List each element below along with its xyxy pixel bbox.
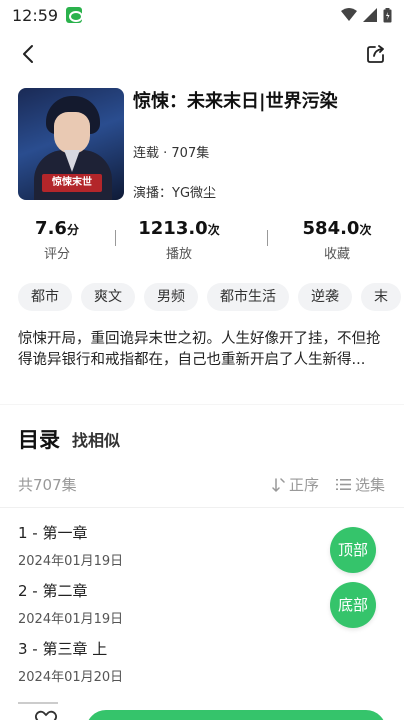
tag-chip[interactable]: 爽文 (81, 283, 135, 311)
stat-unit: 次 (207, 223, 220, 237)
heart-icon[interactable] (34, 708, 58, 720)
status-icons (341, 7, 392, 23)
stat-value: 584.0 (302, 218, 360, 239)
stat-rating: 7.6分 评分 (2, 218, 112, 262)
episode-title: 3 - 第三章 上 (18, 640, 108, 658)
stat-value: 7.6 (35, 218, 67, 239)
find-similar-link[interactable]: 找相似 (72, 427, 120, 451)
tag-list: 都市 爽文 男频 都市生活 逆袭末 (18, 283, 404, 311)
book-cover[interactable]: 惊悚末世 (18, 88, 124, 200)
back-button[interactable] (14, 40, 42, 68)
stat-favorites: 584.0次 收藏 (282, 218, 392, 262)
share-icon (367, 45, 384, 63)
sort-label: 正序 (289, 476, 320, 494)
book-title: 惊悚：未来末日|世界污染 (133, 91, 338, 112)
list-divider (0, 507, 404, 508)
stats-row: 7.6分 评分 1213.0次 播放 584.0次 收藏 (0, 218, 404, 266)
episode-date: 2024年01月19日 (18, 554, 124, 569)
status-bar: 12:59 (0, 0, 404, 30)
share-button[interactable] (362, 40, 390, 68)
scroll-top-button[interactable]: 顶部 (330, 527, 376, 573)
stat-plays: 1213.0次 播放 (124, 218, 234, 262)
select-label: 选集 (355, 476, 386, 494)
stat-value: 1213.0 (138, 218, 208, 239)
wifi-icon (341, 8, 357, 21)
play-button[interactable] (86, 710, 386, 720)
episode-title: 2 - 第二章 (18, 582, 88, 600)
bottom-action-bar (0, 704, 404, 720)
tag-chip[interactable]: 逆袭 (298, 283, 352, 311)
cover-face (54, 112, 90, 154)
stat-unit: 次 (359, 223, 372, 237)
stat-label: 播放 (165, 247, 192, 262)
battery-icon (383, 7, 392, 22)
tag-chip[interactable]: 男频 (144, 283, 198, 311)
select-episodes-button[interactable]: 选集 (336, 474, 385, 495)
stat-divider (267, 230, 268, 246)
episode-item[interactable]: 3 - 第三章 上 2024年01月20日 (18, 638, 318, 685)
book-status: 连载 · 707集 (133, 146, 210, 161)
episode-count: 共707集 (18, 476, 77, 494)
stat-label: 收藏 (323, 247, 350, 262)
status-time: 12:59 (12, 5, 59, 25)
sort-icon (272, 477, 285, 492)
tag-chip[interactable]: 都市生活 (207, 283, 289, 311)
synopsis[interactable]: 惊悚开局，重回诡异末世之初。人生好像开了挂，不但抢得诡异银行和戒指都在，自己也重… (18, 329, 388, 371)
book-narrator: 演播：YG微尘 (133, 186, 217, 201)
signal-icon (363, 8, 377, 22)
cover-badge: 惊悚末世 (42, 174, 102, 192)
catalog-title: 目录 (18, 428, 60, 452)
stat-divider (115, 230, 116, 246)
episode-item[interactable]: 1 - 第一章 2024年01月19日 (18, 522, 318, 569)
episode-date: 2024年01月19日 (18, 612, 124, 627)
episode-title: 1 - 第一章 (18, 524, 88, 542)
episode-date: 2024年01月20日 (18, 670, 124, 685)
tag-chip[interactable]: 末 (361, 283, 401, 311)
stat-label: 评分 (43, 247, 70, 262)
sort-button[interactable]: 正序 (272, 474, 319, 495)
nav-bar (0, 36, 404, 72)
app-notification-icon (66, 7, 84, 23)
tag-chip[interactable]: 都市 (18, 283, 72, 311)
chevron-left-icon (23, 45, 33, 63)
section-divider (0, 404, 404, 405)
scroll-bottom-button[interactable]: 底部 (330, 582, 376, 628)
stat-unit: 分 (66, 223, 79, 237)
episode-item[interactable]: 2 - 第二章 2024年01月19日 (18, 580, 318, 627)
list-icon (336, 479, 351, 490)
